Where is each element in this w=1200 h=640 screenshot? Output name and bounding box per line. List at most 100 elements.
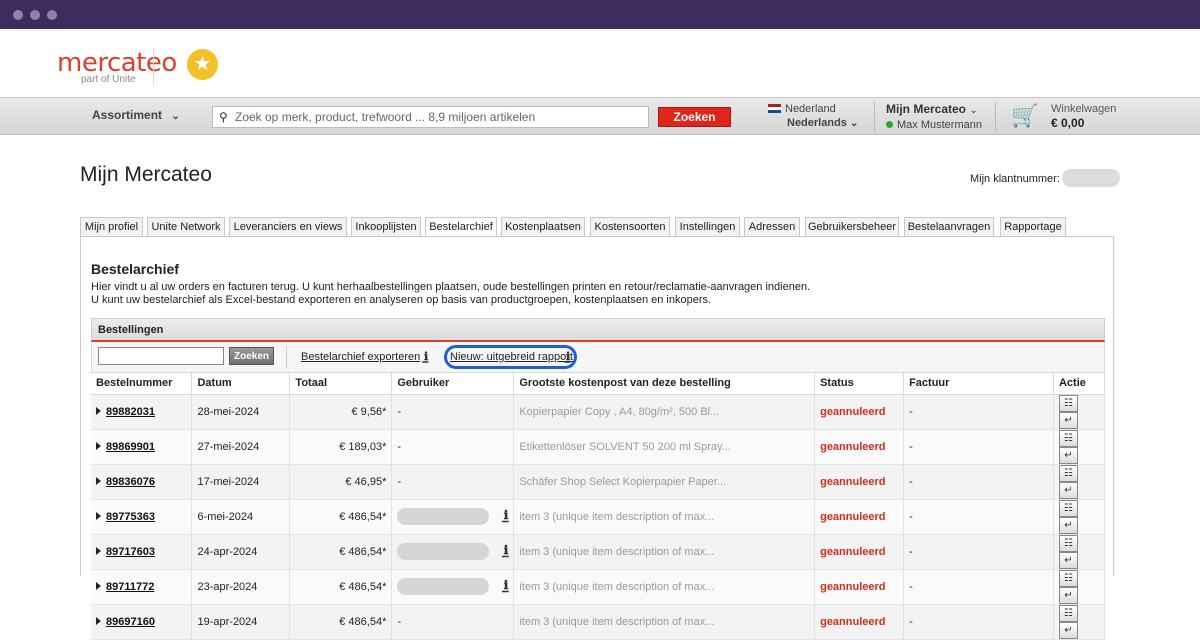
- column-header[interactable]: Totaal: [289, 373, 393, 395]
- order-number-link[interactable]: 89711772: [106, 581, 154, 593]
- column-header[interactable]: Bestelnummer: [91, 373, 193, 395]
- tab-unite-network[interactable]: Unite Network: [147, 217, 225, 237]
- window-dot-icon[interactable]: [13, 10, 23, 20]
- logo-text: mercateo: [57, 48, 177, 78]
- user-redacted: [397, 508, 490, 525]
- mercateo-logo[interactable]: mercateo part of Unite: [57, 50, 177, 85]
- order-actions: ☷↵: [1053, 499, 1106, 535]
- column-header[interactable]: Grootste kostenpost van deze bestelling: [513, 373, 816, 395]
- return-icon[interactable]: ↵: [1058, 411, 1078, 429]
- tab-kostensoorten[interactable]: Kostensoorten: [590, 217, 670, 237]
- tab-adressen[interactable]: Adressen: [744, 217, 800, 237]
- user-info-icon[interactable]: ℹ̲: [504, 543, 509, 557]
- chevron-down-icon: ⌄: [171, 111, 180, 122]
- tab-gebruikersbeheer[interactable]: Gebruikersbeheer: [805, 217, 899, 237]
- order-invoice: -: [903, 429, 1054, 465]
- order-invoice: -: [903, 464, 1054, 500]
- country-label: Nederland: [785, 103, 836, 115]
- tab-leveranciers[interactable]: Leveranciers en views: [229, 217, 347, 237]
- window-dot-icon[interactable]: [47, 10, 57, 20]
- column-header[interactable]: Gebruiker: [391, 373, 515, 395]
- return-icon[interactable]: ↵: [1058, 446, 1078, 464]
- site-header: mercateo part of Unite: [0, 29, 1200, 97]
- expand-triangle-icon[interactable]: [96, 581, 101, 590]
- export-archive-link[interactable]: Bestelarchief exporteren: [301, 351, 420, 363]
- order-number-link[interactable]: 89836076: [106, 476, 155, 488]
- order-number-link[interactable]: 89717603: [106, 546, 155, 558]
- tab-rapportage[interactable]: Rapportage: [1000, 217, 1066, 237]
- order-total: € 9,56*: [289, 394, 393, 430]
- column-header[interactable]: Status: [814, 373, 905, 395]
- shopping-cart-icon: 🛒: [1011, 103, 1039, 128]
- order-status: geannuleerd: [814, 429, 905, 465]
- star-icon[interactable]: ★: [187, 49, 218, 80]
- table-row: 89836076 17-mei-2024 € 46,95* - Schäfer …: [91, 464, 1106, 500]
- assortment-menu[interactable]: Assortiment ⌄: [92, 108, 180, 122]
- column-header[interactable]: Datum: [191, 373, 291, 395]
- order-number-link[interactable]: 89869901: [106, 441, 155, 453]
- order-search-button[interactable]: Zoeken: [229, 347, 274, 365]
- order-number-link[interactable]: 89775363: [106, 511, 155, 523]
- info-icon[interactable]: ℹ̲: [566, 350, 570, 363]
- order-invoice: -: [903, 499, 1054, 535]
- search-input[interactable]: ⚲ Zoek op merk, product, trefwoord ... 8…: [212, 106, 649, 128]
- window-titlebar: [0, 0, 1200, 29]
- details-icon[interactable]: ☷: [1058, 604, 1078, 622]
- assortment-label: Assortiment: [92, 108, 163, 122]
- order-search-input[interactable]: [98, 347, 224, 365]
- expand-triangle-icon[interactable]: [96, 616, 101, 625]
- cart-total: € 0,00: [1051, 116, 1085, 130]
- return-icon[interactable]: ↵: [1058, 621, 1078, 639]
- search-button[interactable]: Zoeken: [658, 107, 731, 127]
- order-invoice: -: [903, 394, 1054, 430]
- details-icon[interactable]: ☷: [1058, 394, 1078, 412]
- online-status-icon: [886, 121, 893, 128]
- tab-kostenplaatsen[interactable]: Kostenplaatsen: [501, 217, 585, 237]
- language-label: Nederlands: [787, 117, 847, 129]
- expand-triangle-icon[interactable]: [96, 441, 101, 450]
- return-icon[interactable]: ↵: [1058, 551, 1078, 569]
- order-item: Etikettenlöser SOLVENT 50 200 ml Spray..…: [513, 429, 816, 465]
- tab-bestelaanvragen[interactable]: Bestelaanvragen: [904, 217, 994, 237]
- order-date: 17-mei-2024: [191, 464, 291, 500]
- tab-inkooplijsten[interactable]: Inkooplijsten: [351, 217, 421, 237]
- order-status: geannuleerd: [814, 604, 905, 640]
- return-icon[interactable]: ↵: [1058, 481, 1078, 499]
- order-actions: ☷↵: [1053, 604, 1106, 640]
- details-icon[interactable]: ☷: [1058, 569, 1078, 587]
- tab-mijn-profiel[interactable]: Mijn profiel: [80, 217, 143, 237]
- account-title: Mijn Mercateo: [886, 102, 967, 116]
- details-icon[interactable]: ☷: [1058, 429, 1078, 447]
- cart-button[interactable]: 🛒 Winkelwagen € 0,00: [1011, 102, 1116, 130]
- column-header[interactable]: Factuur: [903, 373, 1054, 395]
- account-menu[interactable]: Mijn Mercateo ⌄ Max Mustermann: [886, 102, 982, 132]
- details-icon[interactable]: ☷: [1058, 464, 1078, 482]
- return-icon[interactable]: ↵: [1058, 586, 1078, 604]
- main-navbar: Assortiment ⌄ ⚲ Zoek op merk, product, t…: [0, 97, 1200, 135]
- page-title: Mijn Mercateo: [80, 163, 212, 186]
- return-icon[interactable]: ↵: [1058, 516, 1078, 534]
- expand-triangle-icon[interactable]: [96, 511, 101, 520]
- window-dot-icon[interactable]: [30, 10, 40, 20]
- details-icon[interactable]: ☷: [1058, 534, 1078, 552]
- column-header: Actie: [1053, 373, 1106, 395]
- extended-report-link[interactable]: Nieuw: uitgebreid rapport: [450, 351, 573, 363]
- expand-triangle-icon[interactable]: [96, 546, 101, 555]
- order-number-link[interactable]: 89882031: [106, 406, 155, 418]
- details-icon[interactable]: ☷: [1058, 499, 1078, 517]
- user-value: -: [397, 615, 402, 628]
- tab-bestelarchief[interactable]: Bestelarchief: [425, 217, 497, 238]
- order-invoice: -: [903, 534, 1054, 570]
- order-user: ℹ̲: [391, 534, 515, 570]
- tab-instellingen[interactable]: Instellingen: [675, 217, 740, 237]
- user-info-icon[interactable]: ℹ̲: [504, 578, 509, 592]
- expand-triangle-icon[interactable]: [96, 406, 101, 415]
- info-icon[interactable]: ℹ̲: [424, 350, 428, 363]
- expand-triangle-icon[interactable]: [96, 476, 101, 485]
- order-number-link[interactable]: 89697160: [106, 616, 155, 628]
- order-date: 19-apr-2024: [191, 604, 291, 640]
- order-user: -: [391, 604, 515, 640]
- language-selector[interactable]: Nederland Nederlands ⌄: [768, 102, 858, 131]
- table-row: 89711772 23-apr-2024 € 486,54* ℹ̲ item 3…: [91, 569, 1106, 605]
- user-info-icon[interactable]: ℹ̲: [504, 508, 509, 522]
